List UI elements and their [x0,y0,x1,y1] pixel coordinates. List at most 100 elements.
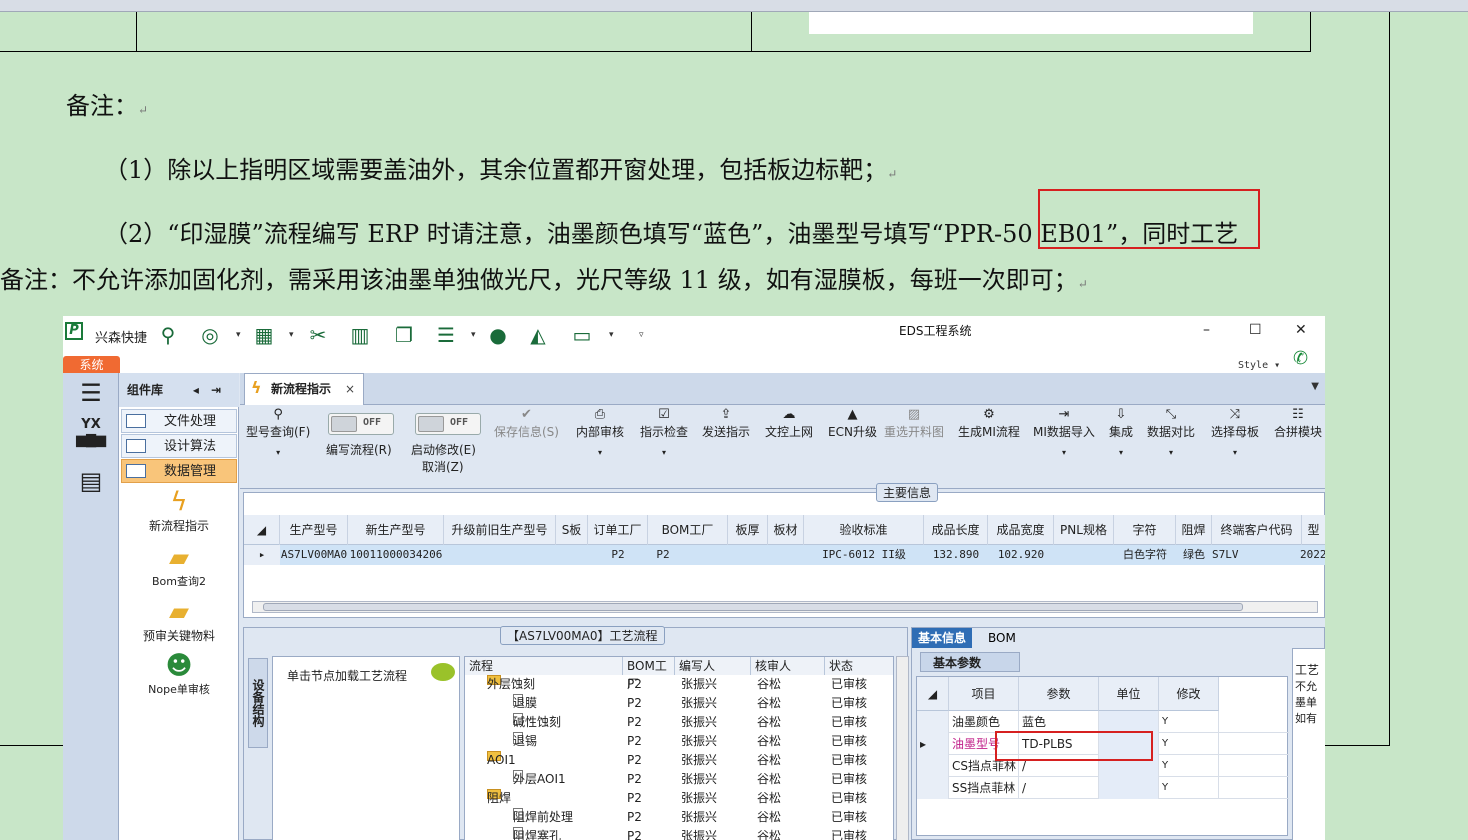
tab-close-button[interactable]: × [345,374,355,404]
tab-equipment-structure[interactable]: 设备结构 [248,658,268,748]
tree-row[interactable]: 碱性蚀刻 P2 张振兴 谷松 已审核 [465,713,893,732]
save-info-button[interactable]: ✔ 保存信息(S) [494,407,559,440]
style-menu[interactable]: Style ▾ [1238,360,1280,371]
cell[interactable] [1054,545,1114,565]
param-unit[interactable] [1099,777,1159,799]
doc-publish-button[interactable]: ☁ 文控上网 [765,407,813,440]
mi-import-button[interactable]: ⇥ MI数据导入 ▾ [1033,407,1095,460]
cell[interactable]: 10011000034206 [348,545,444,565]
dropdown-arrow-icon[interactable]: ▾ [236,330,241,340]
col-header-writer[interactable]: 编写人 [675,657,751,675]
write-flow-toggle[interactable]: OFF [328,413,394,435]
col-header-bom[interactable]: BOM工厂 [623,657,675,691]
col-header[interactable]: 新生产型号 [348,515,444,545]
cell[interactable]: 102.920 [988,545,1054,565]
tab-new-flow[interactable]: ϟ 新流程指示 × [244,373,364,405]
cell[interactable]: 2022 [1300,545,1325,565]
tree-row[interactable]: 外层AOI1 P2 张振兴 谷松 已审核 [465,770,893,789]
vertical-scrollbar[interactable] [896,656,909,840]
tool-new-flow[interactable]: ϟ 新流程指示 [121,487,237,534]
col-header[interactable]: 型 [1302,515,1325,545]
yx-factory-icon[interactable]: YX ▆▇▆ [68,417,114,449]
cell[interactable]: P2 [648,545,678,565]
col-header[interactable]: 字符 [1114,515,1176,545]
col-header[interactable]: 生产型号 [280,515,348,545]
ecn-upgrade-button[interactable]: ▲ ECN升级 [828,407,877,440]
tree-row[interactable]: 阻焊 P2 张振兴 谷松 已审核 [465,789,893,808]
instruction-check-button[interactable]: ☑ 指示检查 ▾ [640,407,688,460]
param-value[interactable]: / [1019,777,1099,799]
cancel-label[interactable]: 取消(Z) [422,458,464,475]
tree-row[interactable]: 阻焊塞孔 P2 张振兴 谷松 已审核 [465,827,893,840]
close-button[interactable]: ✕ [1295,322,1307,338]
cell[interactable] [444,545,556,565]
comp-item-file-processing[interactable]: 文件处理 [121,409,237,433]
user-icon[interactable]: ● [487,324,509,346]
list-icon[interactable]: ☰ [435,324,457,346]
cell[interactable] [556,545,588,565]
tree-row[interactable]: 外层蚀刻 P2 张振兴 谷松 已审核 [465,675,893,694]
col-header-flow[interactable]: 流程 [465,657,623,675]
generate-mi-button[interactable]: ⚙ 生成MI流程 [958,407,1020,440]
tool-bom-query[interactable]: ▰ Bom查询2 [121,543,237,589]
param-unit[interactable] [1099,711,1159,733]
cell[interactable]: IPC-6012 II级 [804,545,924,565]
cell[interactable]: 绿色 [1176,545,1212,565]
tab-bom[interactable]: BOM [982,628,1022,648]
panel-nav-arrows[interactable]: ◂⇥ [193,373,233,407]
tab-list-dropdown-icon[interactable]: ▼ [1311,381,1319,392]
calculator-icon[interactable]: ▤ [68,467,114,495]
tool-nope-review[interactable]: ☻ Nope单审核 [121,651,237,697]
tree-row[interactable]: 退锡 P2 张振兴 谷松 已审核 [465,732,893,751]
table-row[interactable]: ▸ AS7LV00MA0 10011000034206 P2 P2 IPC-60… [244,545,1325,565]
col-header[interactable]: 升级前旧生产型号 [444,515,556,545]
copy-icon[interactable]: ❐ [393,324,415,346]
cell[interactable] [728,545,768,565]
dropdown-arrow-icon[interactable]: ▾ [471,330,476,340]
film-icon[interactable]: ▥ [349,324,371,346]
col-header[interactable]: 成品长度 [924,515,988,545]
grid-icon[interactable]: ▦ [253,324,275,346]
tree-row[interactable]: 退膜 P2 张振兴 谷松 已审核 [465,694,893,713]
col-header-param[interactable]: 参数 [1019,677,1099,711]
comp-item-design-algorithm[interactable]: 设计算法 [121,434,237,458]
col-header-unit[interactable]: 单位 [1099,677,1159,711]
system-tab[interactable]: 系统 [63,356,120,374]
cell[interactable] [768,545,804,565]
dropdown-arrow-icon[interactable]: ▾ [289,330,294,340]
cell[interactable]: 132.890 [924,545,988,565]
internal-review-button[interactable]: ⎙ 内部审核 ▾ [576,407,624,460]
scroll-thumb[interactable] [263,603,1243,611]
tree-row[interactable]: AOI1 P2 张振兴 谷松 已审核 [465,751,893,770]
cell[interactable]: 白色字符 [1114,545,1176,565]
col-header[interactable]: BOM工厂 [648,515,728,545]
data-compare-button[interactable]: ⤡ 数据对比 ▾ [1147,407,1195,460]
col-header[interactable]: 订单工厂 [588,515,648,545]
merge-module-button[interactable]: ☷ 合拼模块 [1274,407,1322,440]
col-header[interactable]: 终端客户代码 [1212,515,1302,545]
col-header[interactable]: 板材 [768,515,804,545]
lifebuoy-icon[interactable]: ◎ [199,324,221,346]
chart-icon[interactable]: ◭ [527,324,549,346]
col-header[interactable]: 板厚 [728,515,768,545]
select-motherboard-button[interactable]: ⤨ 选择母板 ▾ [1211,407,1259,460]
tab-basic-info[interactable]: 基本信息 [912,628,973,648]
col-header-reviewer[interactable]: 核审人 [751,657,825,675]
cell[interactable]: AS7LV00MA0 [280,545,348,565]
reselect-cutting-button[interactable]: ▨ 重选开料图 [884,407,944,440]
search-icon[interactable]: ⚲ [157,324,179,346]
hamburger-icon[interactable]: ☰ [68,379,114,407]
col-header[interactable]: 验收标准 [804,515,924,545]
monitor-icon[interactable]: ▭ [571,324,593,346]
dropdown-arrow-icon[interactable]: ▾ [609,330,614,340]
phone-icon[interactable]: ✆ [1293,348,1308,369]
maximize-button[interactable]: ☐ [1249,322,1262,338]
col-header-status[interactable]: 状态 [825,657,893,675]
col-header[interactable]: S板 [556,515,588,545]
param-row[interactable]: 油墨颜色 蓝色 Y [917,711,1289,733]
cell[interactable]: P2 [588,545,648,565]
integrate-button[interactable]: ⇩ 集成 ▾ [1109,407,1133,460]
send-instruction-button[interactable]: ⇪ 发送指示 [702,407,750,440]
scissors-icon[interactable]: ✂ [307,324,329,346]
tree-row[interactable]: 阻焊前处理 P2 张振兴 谷松 已审核 [465,808,893,827]
